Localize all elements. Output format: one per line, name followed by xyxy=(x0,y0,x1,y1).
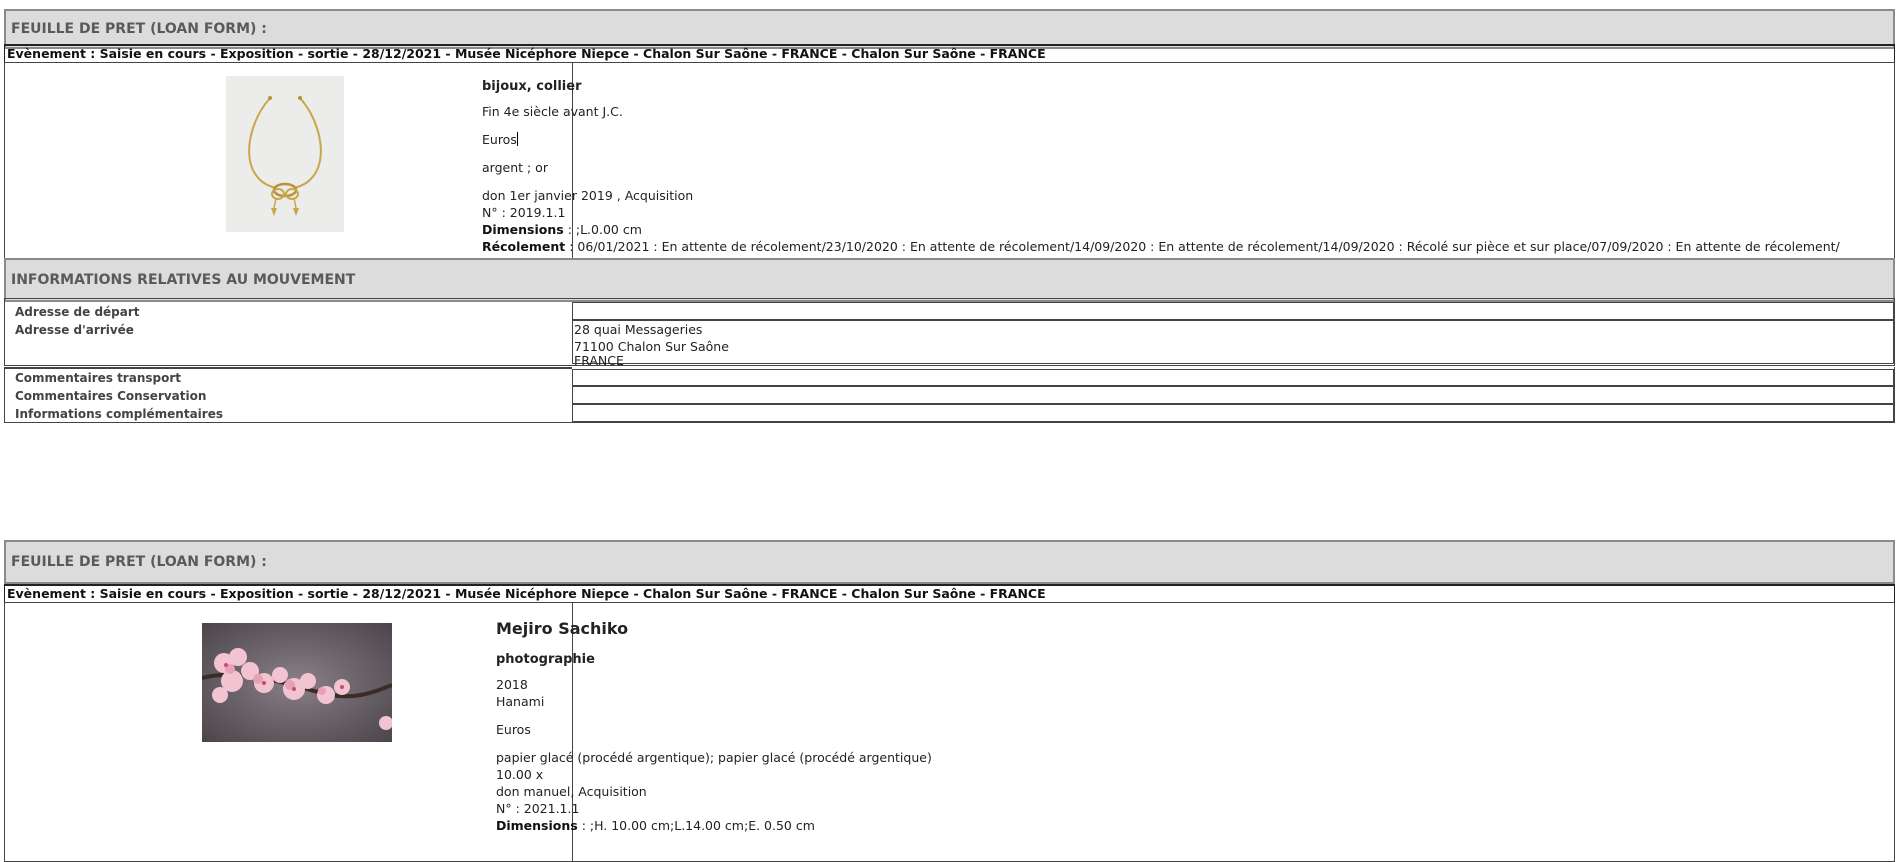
object-materials: argent ; or xyxy=(482,160,548,175)
object-details: Mejiro Sachiko photographie 2018 Hanami … xyxy=(496,620,1884,834)
departure-address-value xyxy=(572,302,1894,320)
loan-form-title: FEUILLE DE PRET (LOAN FORM) : xyxy=(11,554,267,570)
object-acquisition: don manuel, Acquisition xyxy=(496,784,647,799)
object-currency: Euros xyxy=(496,722,531,737)
object-currency: Euros xyxy=(482,132,518,147)
conservation-comments-value xyxy=(572,386,1894,404)
conservation-comments-label: Commentaires Conservation xyxy=(15,389,207,403)
necklace-image xyxy=(248,96,322,216)
extra-info-label: Informations complémentaires xyxy=(15,407,223,421)
event-line: Evènement : Saisie en cours - Exposition… xyxy=(4,44,1895,63)
object-year: 2018 xyxy=(496,677,528,692)
event-line: Evènement : Saisie en cours - Exposition… xyxy=(4,584,1895,603)
departure-address-label: Adresse de départ xyxy=(15,305,140,319)
text-cursor xyxy=(516,132,518,146)
object-image-necklace xyxy=(226,76,344,232)
object-artist: Mejiro Sachiko xyxy=(496,619,629,638)
object-dimensions: Dimensions : ;L.0.00 cm xyxy=(482,222,642,237)
event-text: Evènement : Saisie en cours - Exposition… xyxy=(7,46,1046,61)
arrival-address-label: Adresse d'arrivée xyxy=(15,323,134,337)
object-details: bijoux, collier Fin 4e siècle avant J.C.… xyxy=(482,78,1884,255)
object-date: Fin 4e siècle avant J.C. xyxy=(482,104,623,119)
loan-form-title: FEUILLE DE PRET (LOAN FORM) : xyxy=(11,21,267,37)
object-number: N° : 2019.1.1 xyxy=(482,205,566,220)
object-row: bijoux, collier Fin 4e siècle avant J.C.… xyxy=(4,62,1895,259)
loan-form-header: FEUILLE DE PRET (LOAN FORM) : xyxy=(4,9,1895,49)
loan-forms-page: FEUILLE DE PRET (LOAN FORM) : Evènement … xyxy=(0,0,1896,862)
object-title: Hanami xyxy=(496,694,545,709)
cherry-blossom-image xyxy=(202,623,392,742)
object-recolement: Récolement : 06/01/2021 : En attente de … xyxy=(482,239,1840,254)
event-text: Evènement : Saisie en cours - Exposition… xyxy=(7,586,1046,601)
object-materials: papier glacé (procédé argentique); papie… xyxy=(496,750,932,765)
comments-top-rule xyxy=(5,367,572,369)
movement-section-title: INFORMATIONS RELATIVES AU MOUVEMENT xyxy=(11,272,356,288)
arrival-address-value: 28 quai Messageries 71100 Chalon Sur Saô… xyxy=(572,320,1894,367)
movement-section-header: INFORMATIONS RELATIVES AU MOUVEMENT xyxy=(4,258,1895,302)
object-number: N° : 2021.1.1 xyxy=(496,801,580,816)
object-acquisition: don 1er janvier 2019 , Acquisition xyxy=(482,188,694,203)
object-dimensions: Dimensions : ;H. 10.00 cm;L.14.00 cm;E. … xyxy=(496,818,815,833)
transport-comments-value xyxy=(572,369,1894,386)
object-name: bijoux, collier xyxy=(482,79,582,94)
object-row: Mejiro Sachiko photographie 2018 Hanami … xyxy=(4,602,1895,862)
transport-comments-label: Commentaires transport xyxy=(15,371,181,385)
loan-form-header: FEUILLE DE PRET (LOAN FORM) : xyxy=(4,540,1895,584)
extra-info-value xyxy=(572,404,1894,422)
comments-block: Commentaires transport Commentaires Cons… xyxy=(4,367,1895,423)
address-block: Adresse de départ Adresse d'arrivée 28 q… xyxy=(4,298,1895,367)
object-size: 10.00 x xyxy=(496,767,544,782)
object-name: photographie xyxy=(496,652,595,667)
object-image-cherry-blossom xyxy=(202,623,392,742)
